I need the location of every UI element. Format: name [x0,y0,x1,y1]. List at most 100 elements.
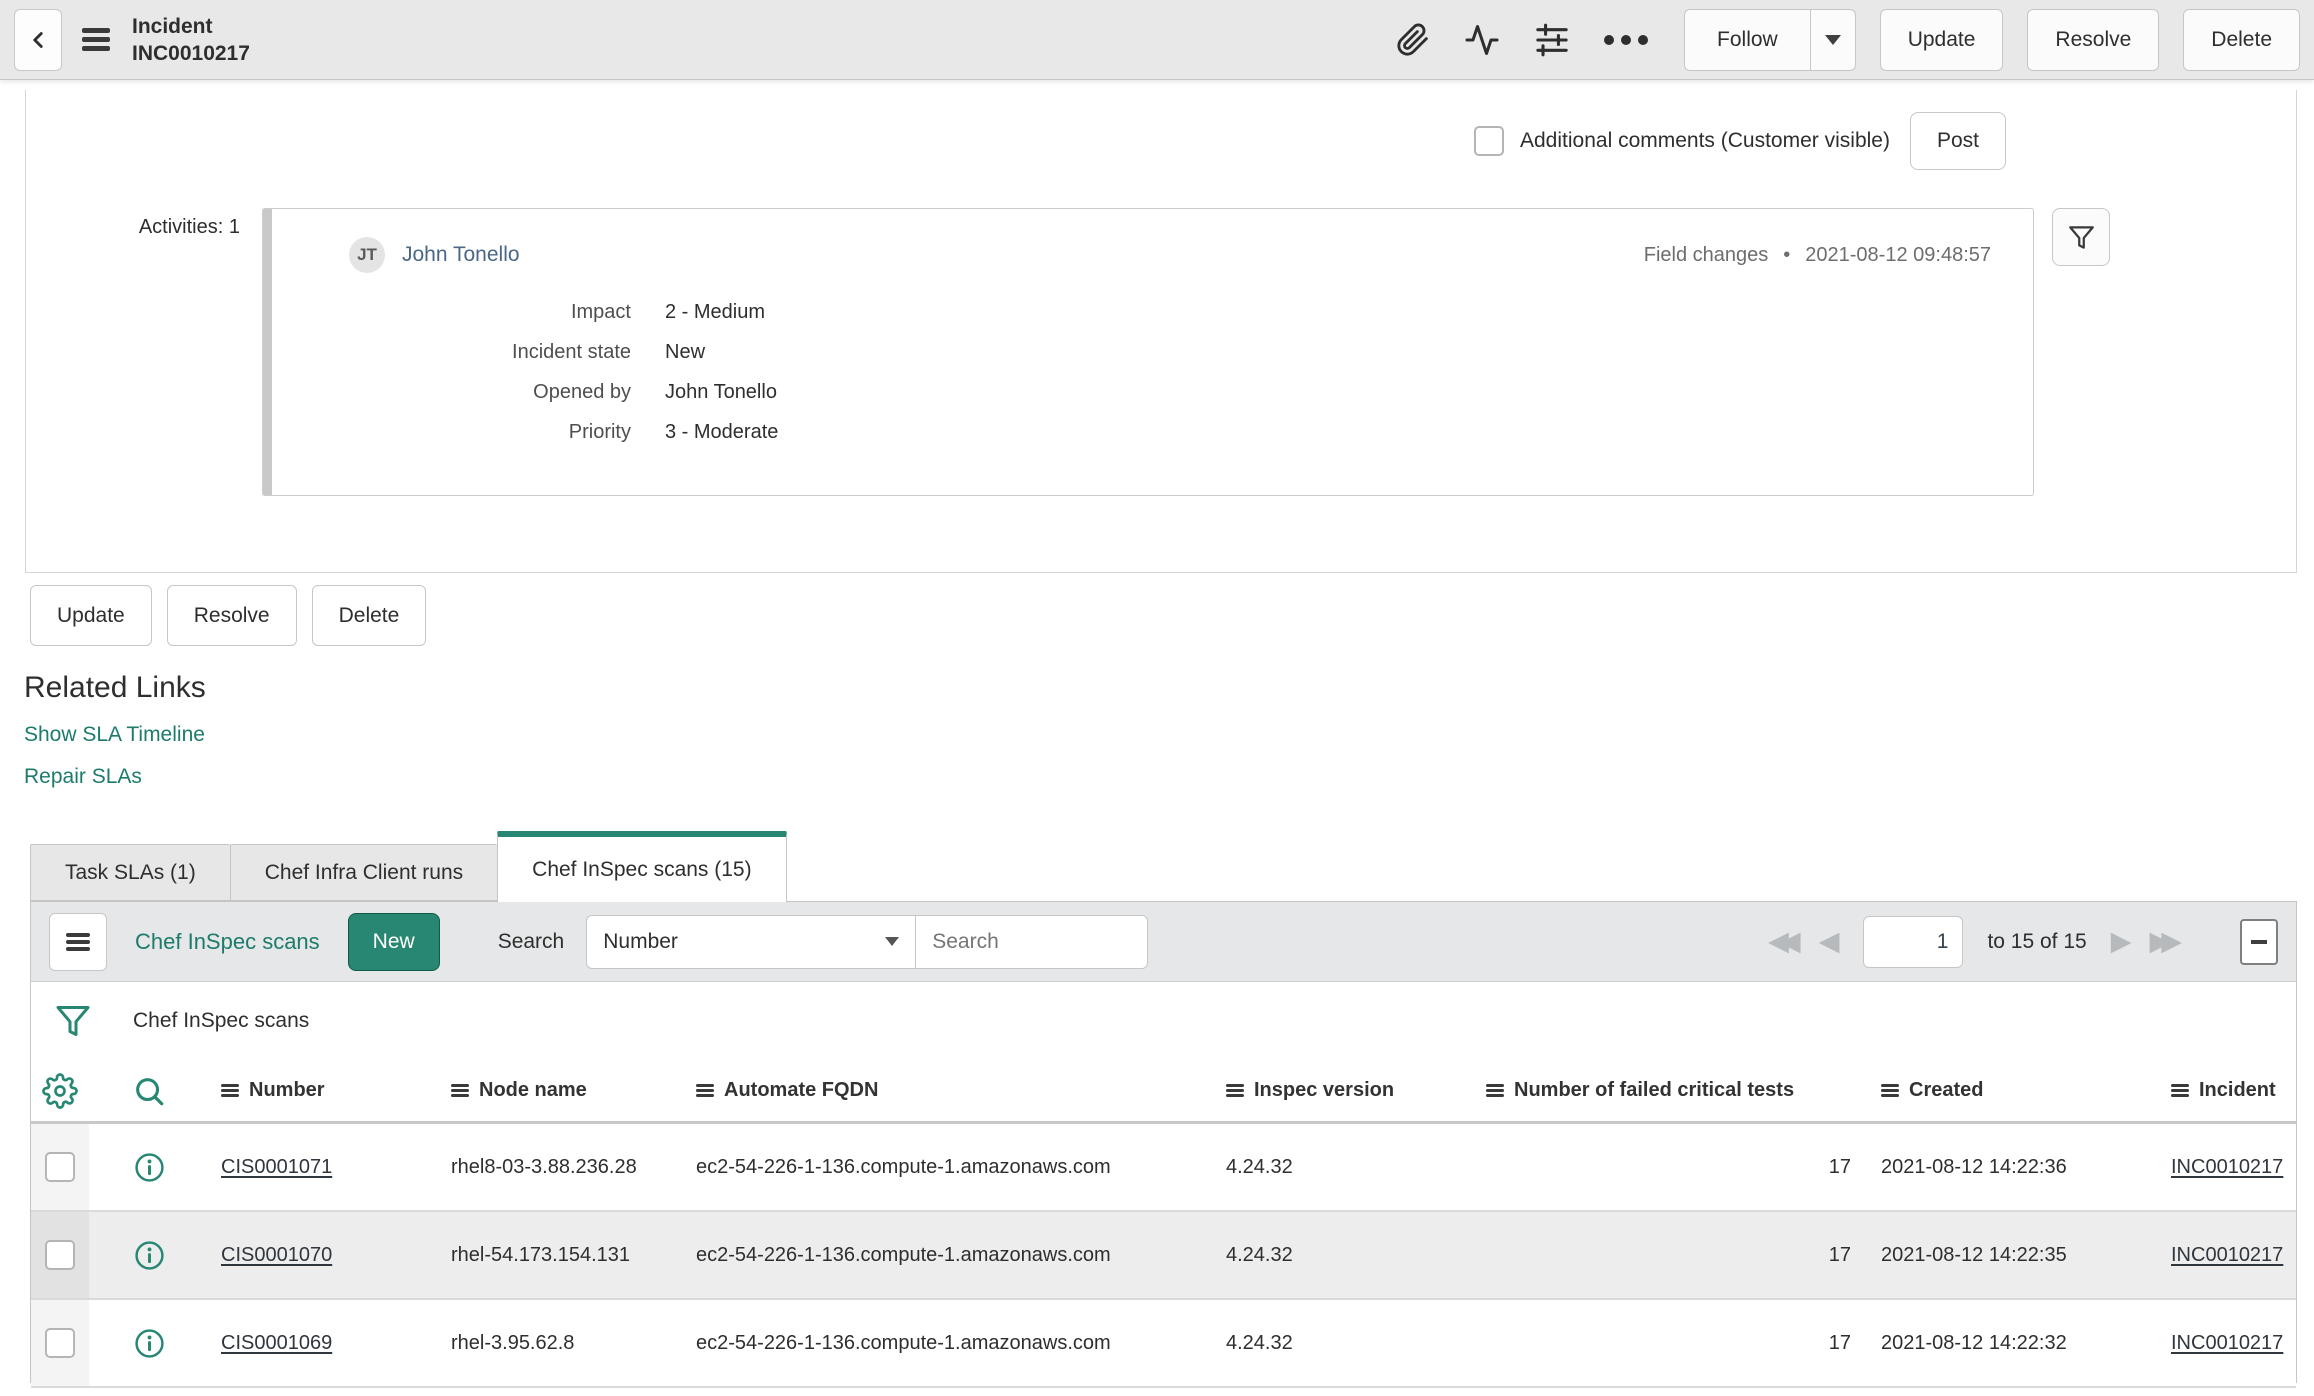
more-options-icon[interactable] [1604,34,1649,45]
update-button-header[interactable]: Update [1879,8,2004,71]
delete-button-header[interactable]: Delete [2183,8,2300,71]
info-icon[interactable] [89,1328,209,1359]
pagination-last-button[interactable]: ▶▶ [2149,926,2182,957]
activity-author[interactable]: John Tonello [402,243,520,267]
resolve-button[interactable]: Resolve [166,585,297,646]
delete-button[interactable]: Delete [311,585,427,646]
activity-stream-icon[interactable] [1464,22,1500,58]
inspec-version-cell: 4.24.32 [1226,1155,1293,1178]
field-label: Opened by [533,381,631,403]
search-field-select[interactable]: Number [586,914,917,969]
field-value: New [665,341,706,363]
additional-comments-label[interactable]: Additional comments (Customer visible) [1520,129,1890,153]
column-header-automate-fqdn[interactable]: Automate FQDN [684,1079,1214,1102]
column-header-failed-critical-tests[interactable]: Number of failed critical tests [1474,1079,1869,1102]
table-row: CIS0001070 rhel-54.173.154.131 ec2-54-22… [31,1212,2296,1300]
failed-critical-tests-cell: 17 [1828,1331,1851,1354]
page-input[interactable] [1863,915,1964,968]
minus-icon [2251,939,2267,944]
scan-number-link[interactable]: CIS0001069 [221,1332,332,1354]
list-breadcrumb-row: Chef InSpec scans [31,982,2296,1060]
chevron-left-icon [25,27,51,53]
scan-number-link[interactable]: CIS0001071 [221,1156,332,1178]
activity-event-type: Field changes [1643,243,1769,266]
activity-field-row: Opened by John Tonello [263,381,2033,404]
field-label: Priority [568,421,631,443]
activity-field-row: Impact 2 - Medium [263,301,2033,324]
field-value: John Tonello [665,381,777,403]
column-search-icon[interactable] [89,1074,209,1108]
pagination-range: to 15 of 15 [1987,929,2087,953]
pagination-first-button[interactable]: ◀◀ [1768,926,1801,957]
follow-button[interactable]: Follow [1684,8,1810,71]
tab-chef-inspec-scans[interactable]: Chef InSpec scans (15) [497,831,787,902]
list-table: Number Node name Automate FQDN Inspec ve… [31,1060,2296,1388]
resolve-button-header[interactable]: Resolve [2027,8,2160,71]
avatar: JT [349,237,385,273]
list-title: Chef InSpec scans [135,928,320,954]
activity-filter-button[interactable] [2052,208,2110,266]
app-menu-icon[interactable] [82,24,110,55]
automate-fqdn-cell: ec2-54-226-1-136.compute-1.amazonaws.com [696,1331,1111,1354]
list-menu-button[interactable] [49,912,107,971]
activity-meta-separator: • [1783,243,1791,266]
column-header-node-name[interactable]: Node name [439,1079,684,1102]
back-button[interactable] [14,8,62,71]
activity-timestamp: 2021-08-12 09:48:57 [1805,243,1991,266]
field-label: Impact [570,301,631,323]
additional-comments-checkbox[interactable] [1474,126,1504,156]
info-icon[interactable] [89,1240,209,1271]
row-checkbox[interactable] [45,1152,75,1182]
app-header: Incident INC0010217 Follow Update Resolv… [0,0,2314,80]
column-header-inspec-version[interactable]: Inspec version [1214,1079,1474,1102]
table-row: CIS0001071 rhel8-03-3.88.236.28 ec2-54-2… [31,1124,2296,1212]
pagination: ◀◀ ◀ to 15 of 15 ▶ ▶▶ [1768,915,2278,968]
field-value: 2 - Medium [665,301,766,323]
new-button[interactable]: New [347,912,440,971]
created-cell: 2021-08-12 14:22:36 [1881,1155,2067,1178]
update-button[interactable]: Update [30,585,152,646]
search-input[interactable] [916,914,1149,969]
follow-dropdown-button[interactable] [1809,8,1856,71]
list-breadcrumb[interactable]: Chef InSpec scans [133,1009,309,1033]
attachment-icon[interactable] [1396,23,1430,57]
link-repair-slas[interactable]: Repair SLAs [24,765,142,789]
column-menu-icon [1486,1082,1504,1099]
personalize-sliders-icon[interactable] [1534,22,1570,58]
activity-field-row: Incident state New [263,341,2033,364]
scan-number-link[interactable]: CIS0001070 [221,1244,332,1266]
incident-link[interactable]: INC0010217 [2171,1156,2283,1178]
gear-icon[interactable] [31,1072,89,1109]
list-toolbar: Chef InSpec scans New Search Number ◀◀ ◀… [31,902,2296,982]
row-checkbox[interactable] [45,1240,75,1270]
post-button[interactable]: Post [1909,112,2006,170]
automate-fqdn-cell: ec2-54-226-1-136.compute-1.amazonaws.com [696,1243,1111,1266]
link-show-sla-timeline[interactable]: Show SLA Timeline [24,723,205,747]
list-filter-funnel-icon[interactable] [55,1003,91,1039]
column-menu-icon [1226,1082,1244,1099]
activity-accent-bar [263,209,272,495]
node-name-cell: rhel8-03-3.88.236.28 [451,1155,637,1178]
tab-chef-infra-client-runs[interactable]: Chef Infra Client runs [229,844,498,901]
automate-fqdn-cell: ec2-54-226-1-136.compute-1.amazonaws.com [696,1155,1111,1178]
incident-link[interactable]: INC0010217 [2171,1244,2283,1266]
column-menu-icon [451,1082,469,1099]
activity-card: JT John Tonello Field changes • 2021-08-… [262,208,2034,496]
column-menu-icon [2171,1082,2189,1099]
search-field-value: Number [603,929,678,953]
page-title-type: Incident [132,14,213,38]
collapse-list-button[interactable] [2240,918,2278,965]
incident-link[interactable]: INC0010217 [2171,1332,2283,1354]
column-header-created[interactable]: Created [1869,1079,2159,1102]
pagination-prev-button[interactable]: ◀ [1819,926,1840,957]
activity-field-row: Priority 3 - Moderate [263,421,2033,444]
info-icon[interactable] [89,1152,209,1183]
column-menu-icon [1881,1082,1899,1099]
row-checkbox[interactable] [45,1328,75,1358]
tab-task-slas[interactable]: Task SLAs (1) [30,844,230,901]
column-header-incident[interactable]: Incident [2159,1079,2296,1102]
inspec-version-cell: 4.24.32 [1226,1243,1293,1266]
failed-critical-tests-cell: 17 [1828,1155,1851,1178]
pagination-next-button[interactable]: ▶ [2111,926,2132,957]
column-header-number[interactable]: Number [209,1079,439,1102]
